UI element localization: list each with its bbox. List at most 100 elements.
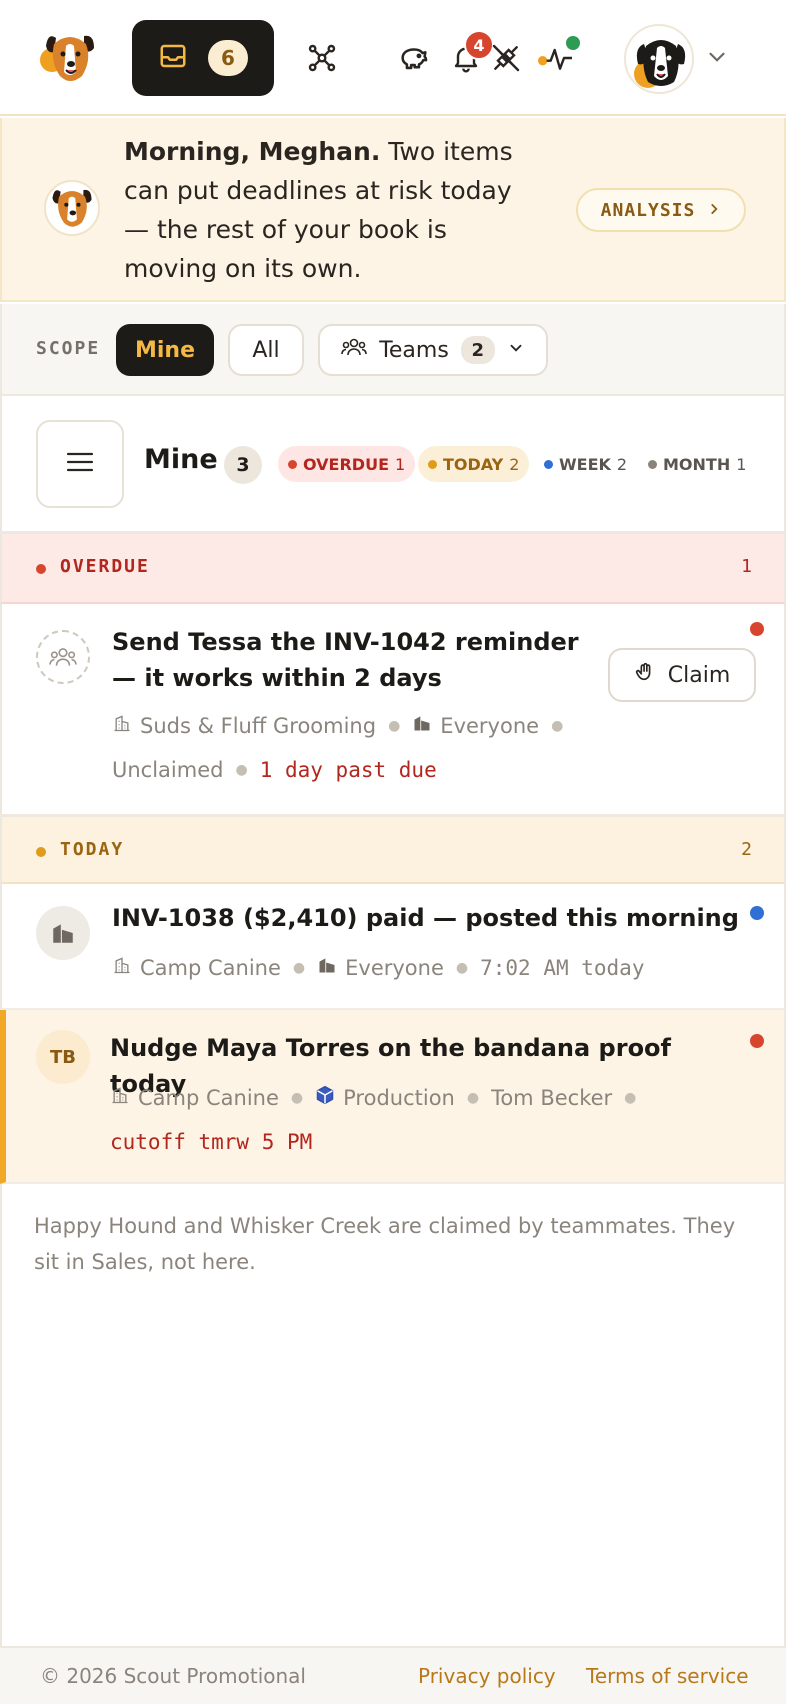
meta-separator: ● <box>624 1090 637 1106</box>
priority-dot <box>750 1034 764 1048</box>
task-team-name: Everyone <box>345 956 444 980</box>
scope-footnote: Happy Hound and Whisker Creek are claime… <box>34 1214 736 1274</box>
task-title[interactable]: Send Tessa the INV-1042 reminder — it wo… <box>112 624 592 696</box>
filter-today[interactable]: TODAY 2 <box>418 446 530 482</box>
section-today-header[interactable]: TODAY 2 <box>0 814 786 884</box>
plug-off-icon[interactable] <box>484 36 528 80</box>
task-title[interactable]: INV-1038 ($2,410) paid — posted this mor… <box>112 900 752 936</box>
building-icon <box>317 946 337 990</box>
section-today-count: 2 <box>741 839 752 860</box>
task-due-status: cutoff tmrw 5 PM <box>110 1130 313 1154</box>
filter-today-label: TODAY <box>443 454 504 474</box>
today-dot <box>428 459 437 469</box>
building-icon <box>412 704 432 748</box>
filter-overdue[interactable]: OVERDUE 1 <box>278 446 416 482</box>
unclaimed-team-icon <box>36 630 90 684</box>
page-footer: © 2026 Scout Promotional Privacy policy … <box>0 1646 786 1704</box>
meta-separator: ● <box>455 960 469 976</box>
task-team-name: Production <box>343 1086 455 1110</box>
menu-icon <box>66 450 94 478</box>
dog-logo[interactable] <box>38 26 102 90</box>
building-icon <box>112 704 132 748</box>
terms-link[interactable]: Terms of service <box>586 1664 749 1688</box>
chevron-down-icon <box>507 338 525 363</box>
greeting-message: Morning, Meghan. Two items can put deadl… <box>124 132 544 288</box>
filter-month-count: 1 <box>736 454 747 474</box>
task-count-badge: 3 <box>224 446 262 484</box>
teams-label: Teams <box>379 337 449 363</box>
network-icon[interactable] <box>300 36 344 80</box>
filter-month-label: MONTH <box>663 454 731 474</box>
filter-month[interactable]: MONTH 1 <box>644 446 750 482</box>
scope-teams-dropdown[interactable]: Teams 2 <box>318 324 548 376</box>
scope-all-button[interactable]: All <box>228 324 304 376</box>
task-client-name: Camp Canine <box>138 1086 279 1110</box>
task-row[interactable]: TB Nudge Maya Torres on the bandana proo… <box>0 1010 786 1184</box>
greeting-banner: Morning, Meghan. Two items can put deadl… <box>0 118 786 302</box>
inbox-count-badge: 6 <box>208 40 248 76</box>
filter-today-count: 2 <box>509 454 520 474</box>
section-today-label: TODAY <box>60 839 125 860</box>
scope-label: SCOPE <box>36 338 101 359</box>
filter-overdue-label: OVERDUE <box>303 454 390 474</box>
page-title: Mine <box>144 444 218 475</box>
inbox-icon <box>158 41 188 75</box>
analysis-label: ANALYSIS <box>600 199 696 221</box>
filter-week-label: WEEK <box>559 454 611 474</box>
scope-bar: SCOPE Mine All Teams 2 <box>0 304 786 396</box>
today-dot <box>36 847 46 857</box>
building-icon <box>36 906 90 960</box>
copyright: © 2026 Scout Promotional <box>40 1664 306 1688</box>
filter-overdue-count: 1 <box>395 454 406 474</box>
claim-button[interactable]: Claim <box>608 648 756 702</box>
menu-button[interactable] <box>36 420 124 508</box>
claim-label: Claim <box>667 662 731 688</box>
overdue-dot <box>288 459 297 469</box>
task-meta: Camp Canine ● Production ● Tom Becker ● … <box>110 1076 670 1164</box>
task-meta: Suds & Fluff Grooming ● Everyone ● Uncla… <box>112 704 582 792</box>
section-overdue-count: 1 <box>741 556 752 577</box>
task-meta: Camp Canine ● Everyone ● 7:02 AM today <box>112 946 752 990</box>
assistant-avatar <box>44 180 100 236</box>
chevron-down-icon[interactable] <box>704 44 730 70</box>
scope-mine-button[interactable]: Mine <box>116 324 214 376</box>
top-nav: 6 4 <box>0 0 786 116</box>
task-owner: Unclaimed <box>112 758 224 782</box>
task-client: Camp Canine <box>112 946 281 990</box>
meta-separator: ● <box>235 762 248 778</box>
teams-icon <box>341 336 367 364</box>
building-icon <box>110 1076 130 1120</box>
building-icon <box>112 946 132 990</box>
meta-separator: ● <box>466 1090 480 1106</box>
task-team: Everyone <box>317 946 444 990</box>
overdue-dot <box>36 564 46 574</box>
assignee-avatar: TB <box>36 1030 90 1084</box>
status-online-dot <box>566 36 580 50</box>
chevron-right-icon <box>707 200 721 221</box>
task-client: Suds & Fluff Grooming <box>112 704 376 748</box>
list-header: Mine 3 OVERDUE 1 TODAY 2 WEEK 2 MONTH 1 <box>0 396 786 534</box>
package-icon <box>315 1076 335 1120</box>
month-dot <box>648 459 657 469</box>
filter-week-count: 2 <box>616 454 628 474</box>
user-avatar[interactable] <box>624 24 694 94</box>
teams-count-badge: 2 <box>460 336 495 364</box>
task-team: Everyone <box>412 704 539 748</box>
section-overdue-label: OVERDUE <box>60 556 150 577</box>
meta-separator: ● <box>290 1090 304 1106</box>
section-overdue-header[interactable]: OVERDUE 1 <box>0 534 786 604</box>
task-team: Production <box>315 1076 455 1120</box>
week-dot <box>544 459 553 469</box>
piggy-bank-icon[interactable] <box>392 36 436 80</box>
analysis-button[interactable]: ANALYSIS <box>576 188 746 232</box>
task-row[interactable]: Send Tessa the INV-1042 reminder — it wo… <box>0 604 786 814</box>
privacy-link[interactable]: Privacy policy <box>418 1664 556 1688</box>
task-timestamp: 7:02 AM today <box>480 956 645 980</box>
hand-icon <box>634 661 656 689</box>
inbox-button[interactable]: 6 <box>132 20 274 96</box>
greeting-name: Morning, Meghan. <box>124 137 381 166</box>
task-row[interactable]: INV-1038 ($2,410) paid — posted this mor… <box>0 884 786 1010</box>
task-due-status: 1 day past due <box>259 758 437 782</box>
meta-separator: ● <box>388 718 401 734</box>
filter-week[interactable]: WEEK 2 <box>540 446 631 482</box>
